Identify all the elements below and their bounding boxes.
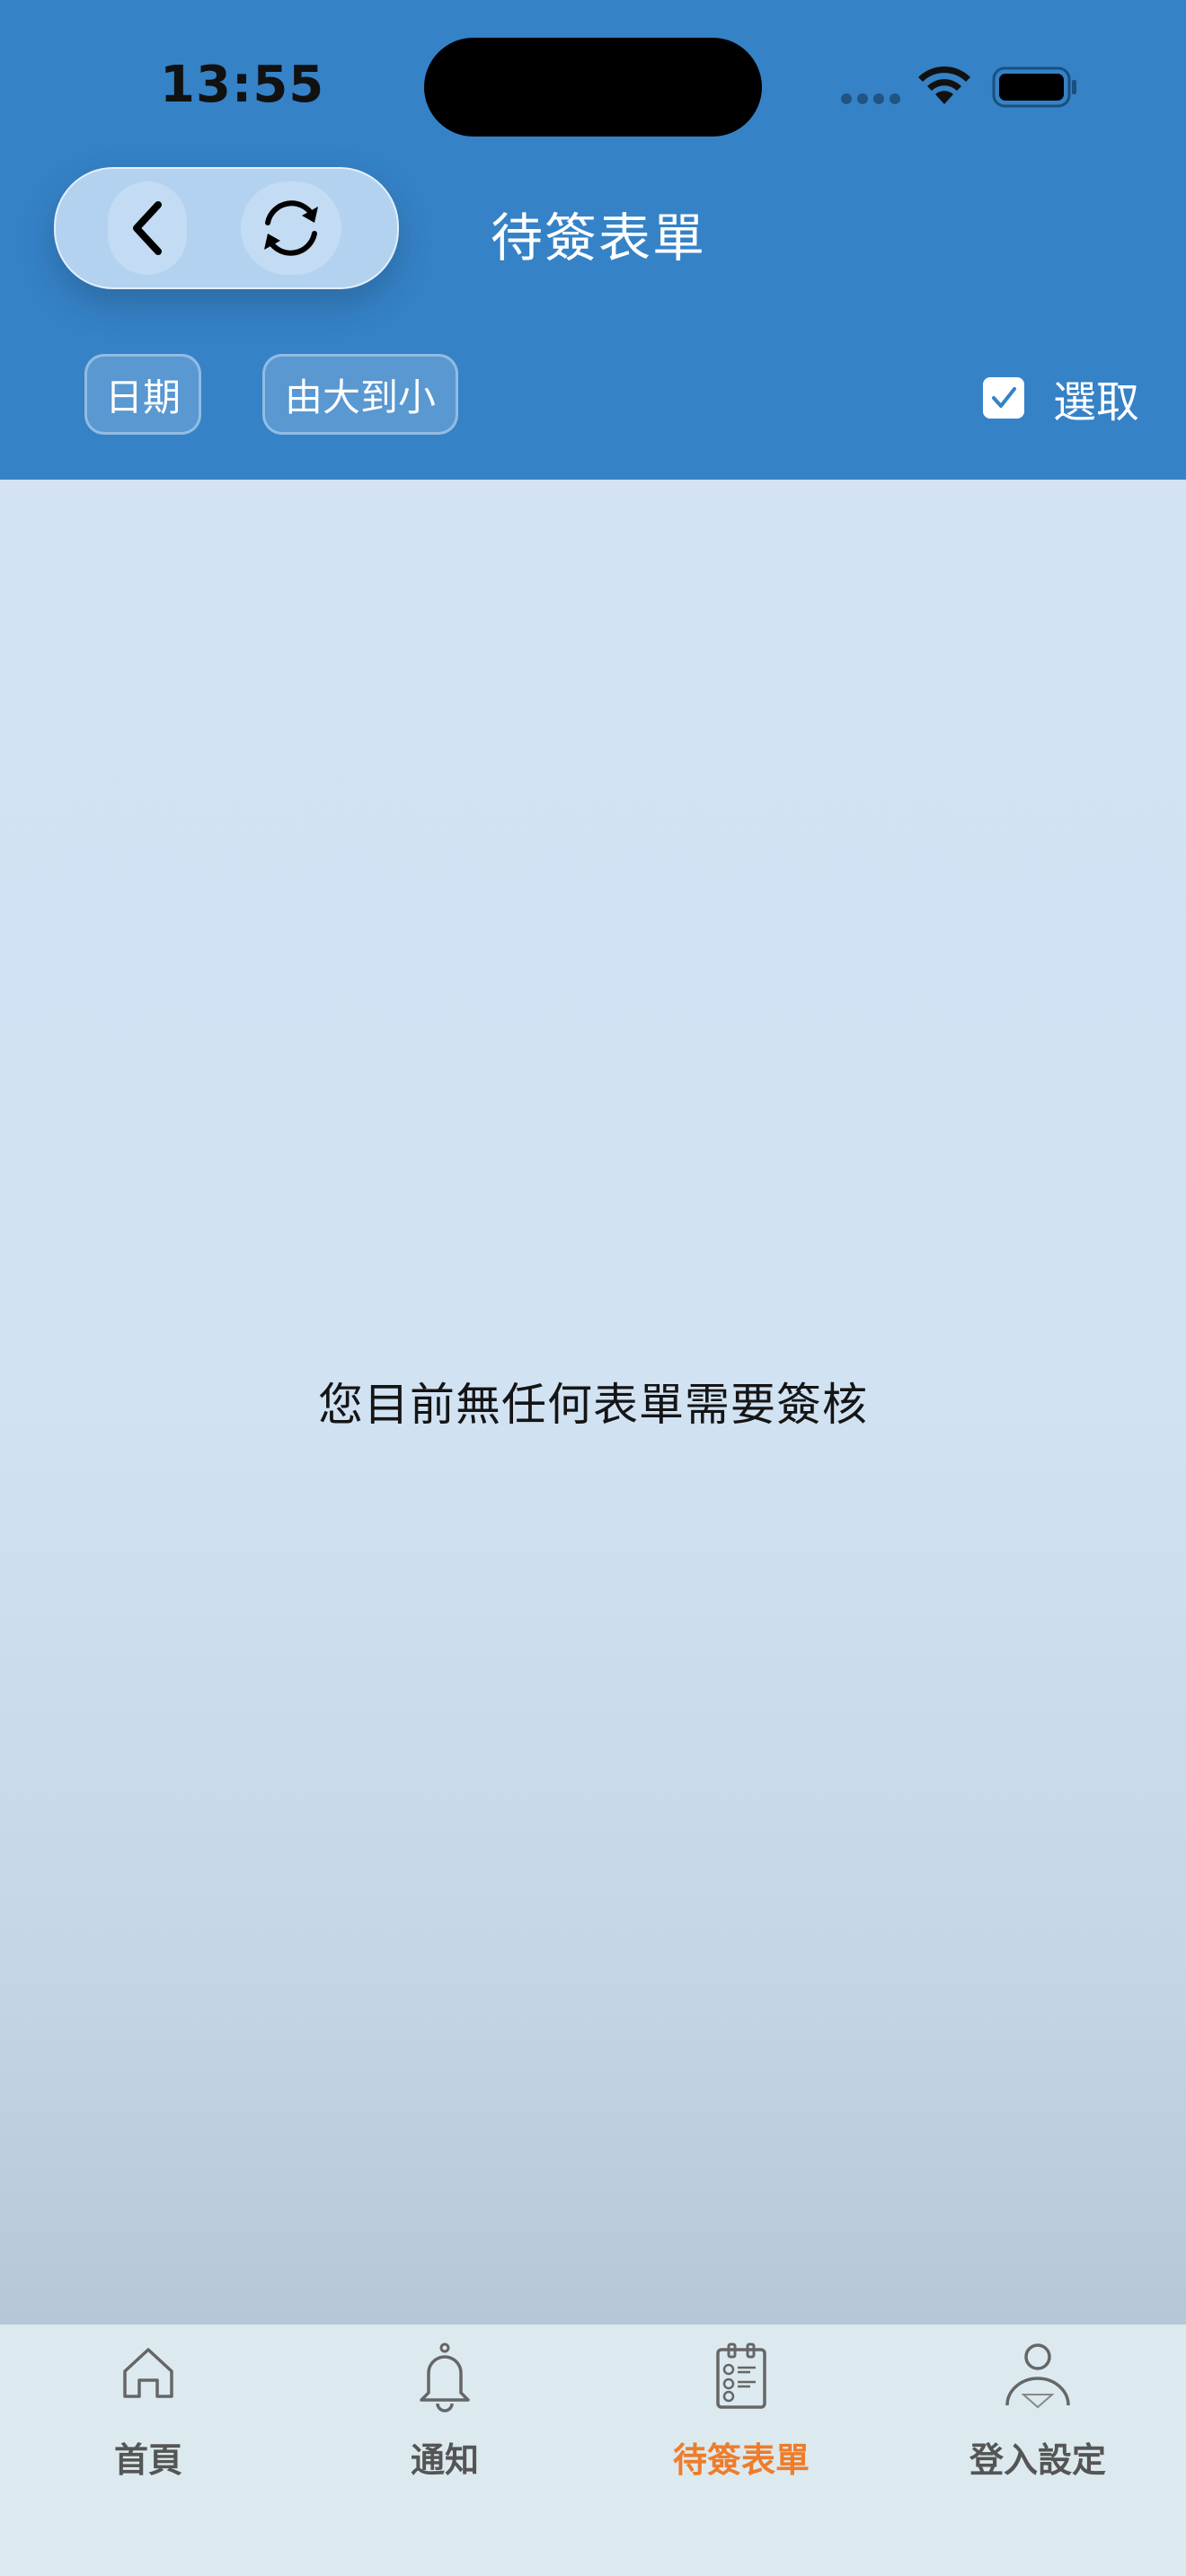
status-time: 13:55 xyxy=(160,56,325,114)
battery-icon xyxy=(992,66,1076,108)
home-icon xyxy=(123,2348,173,2398)
tab-notifications[interactable]: 通知 xyxy=(296,2325,593,2504)
tab-pending-forms-label: 待簽表單 xyxy=(672,2440,810,2480)
tab-bar: 首頁 通知 待簽表單 登入設定 xyxy=(0,2325,1186,2576)
tab-login-settings-label: 登入設定 xyxy=(969,2440,1106,2480)
chevron-left-icon xyxy=(133,201,162,255)
checkmark-icon xyxy=(992,387,1016,408)
select-label: 選取 xyxy=(1053,377,1140,428)
clipboard-icon xyxy=(716,2342,766,2409)
empty-state-message: 您目前無任何表單需要簽核 xyxy=(318,1379,868,1431)
wifi-icon xyxy=(918,66,970,104)
back-button[interactable] xyxy=(108,181,187,275)
form-list-area[interactable]: 您目前無任何表單需要簽核 xyxy=(0,480,1186,2325)
refresh-icon xyxy=(264,200,318,256)
tab-pending-forms[interactable]: 待簽表單 xyxy=(593,2325,890,2504)
date-filter-chip[interactable]: 日期 xyxy=(84,354,201,435)
bell-icon xyxy=(420,2342,470,2413)
tab-login-settings[interactable]: 登入設定 xyxy=(890,2325,1186,2504)
page-title: 待簽表單 xyxy=(491,207,707,269)
cellular-signal-icon xyxy=(841,93,900,104)
nav-button-group xyxy=(54,167,399,289)
sort-order-chip[interactable]: 由大到小 xyxy=(262,354,458,435)
dynamic-island xyxy=(424,38,762,137)
select-toggle[interactable]: 選取 xyxy=(983,366,1139,429)
tab-home-label: 首頁 xyxy=(113,2440,182,2480)
tab-home[interactable]: 首頁 xyxy=(0,2325,296,2504)
tab-notifications-label: 通知 xyxy=(410,2440,479,2480)
select-checkbox[interactable] xyxy=(983,377,1024,419)
header: 13:55 待簽表單 日期 由大到小 選取 xyxy=(0,0,1186,480)
user-icon xyxy=(1005,2343,1070,2409)
refresh-button[interactable] xyxy=(241,181,341,275)
